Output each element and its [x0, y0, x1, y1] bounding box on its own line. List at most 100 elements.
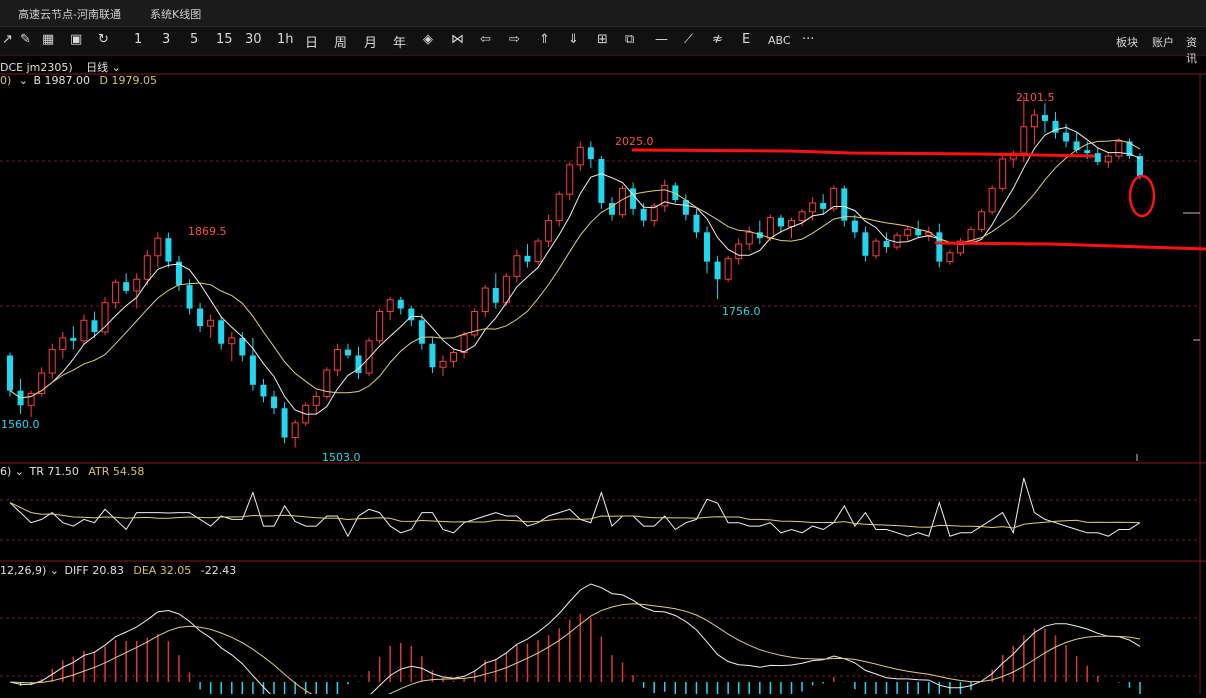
menu-sector[interactable]: 板块 — [1116, 34, 1138, 50]
candle-body — [1041, 115, 1048, 121]
tab-server-node[interactable]: 高速云节点-河南联通 — [18, 6, 121, 22]
period-15m[interactable]: 15 — [216, 32, 233, 47]
candle-body — [745, 231, 753, 245]
window-titlebar: 高速云节点-河南联通 系统K线图 — [0, 0, 1206, 27]
zoom-in-icon[interactable]: ◈ — [423, 32, 433, 47]
trendline-icon[interactable]: ⟋ — [684, 32, 693, 47]
hline-icon[interactable]: — — [655, 32, 668, 47]
hand-circle — [1128, 174, 1156, 218]
symbol-line: DCE jm2305) 日线 ⌄ — [0, 59, 121, 75]
period-month[interactable]: 月 — [364, 32, 377, 51]
toolbar: ↗ ✎ ▦ ▣ ↻ 1 3 5 15 30 1h 日 周 月 年 ◈ ⋈ ⇦ ⇨… — [0, 27, 1206, 65]
candle-body — [967, 228, 975, 242]
candle-body — [492, 288, 499, 303]
arrow-right-icon[interactable]: ⇨ — [509, 32, 520, 47]
candle-body — [439, 360, 447, 368]
candle-body — [91, 320, 98, 332]
arrow-up-icon[interactable]: ⇑ — [539, 32, 550, 47]
candle-body — [1030, 114, 1038, 128]
candle-body — [70, 337, 77, 341]
candle-body — [418, 320, 425, 344]
dea-value: DEA 32.05 — [133, 564, 192, 577]
text-tool[interactable]: ABC — [768, 34, 791, 47]
period-year[interactable]: 年 — [393, 32, 406, 51]
more-icon[interactable]: ··· — [802, 32, 814, 47]
period-selector[interactable]: 日线 — [86, 61, 108, 74]
atr-line — [9, 502, 1141, 529]
candle-body — [988, 187, 996, 213]
candle-body — [291, 422, 299, 439]
candle-body — [397, 299, 404, 309]
high-label-1869: 1869.5 — [188, 225, 227, 238]
candle-body — [851, 220, 858, 233]
candle-body — [101, 302, 109, 333]
chevron-down-icon[interactable]: ⌄ — [112, 61, 121, 74]
candle-body — [429, 343, 436, 368]
chevron-down-icon[interactable]: ⌄ — [50, 564, 59, 577]
arrow-down-icon[interactable]: ⇓ — [568, 32, 579, 47]
candle-body — [228, 337, 236, 345]
tr-line — [9, 477, 1141, 538]
arrow-left-icon[interactable]: ⇦ — [480, 32, 491, 47]
candle-body — [630, 188, 637, 209]
candle-body — [154, 237, 162, 257]
candle-body — [787, 220, 795, 227]
candle-body — [587, 147, 594, 160]
refresh-icon[interactable]: ↻ — [98, 32, 109, 47]
pointer-icon[interactable]: ↗ — [2, 32, 13, 47]
chart-area[interactable]: 0) ⌄ B 1987.00 D 1979.05 DCE jm2305) 日线 … — [0, 56, 1206, 698]
candle-body — [1084, 150, 1091, 154]
macd-value: -22.43 — [200, 564, 237, 577]
period-3m[interactable]: 3 — [162, 32, 170, 47]
candle-body — [312, 396, 320, 406]
candle-body — [946, 252, 954, 263]
kline-chart[interactable] — [0, 56, 1206, 698]
candle-body — [555, 193, 563, 222]
candle-body — [893, 234, 901, 248]
period-30m[interactable]: 30 — [245, 32, 262, 47]
tab-system-kline[interactable]: 系统K线图 — [150, 6, 201, 22]
period-5m[interactable]: 5 — [190, 32, 198, 47]
menu-account[interactable]: 账户 — [1152, 34, 1174, 50]
candle-body — [239, 337, 246, 356]
candle-body — [197, 308, 204, 327]
atr-prefix: 6) — [0, 465, 12, 478]
layout-icon[interactable]: ⊞ — [597, 32, 608, 47]
draw-icon[interactable]: ✎ — [20, 32, 31, 47]
candle-body — [1020, 126, 1028, 154]
candle-body — [249, 355, 256, 385]
period-1h[interactable]: 1h — [277, 32, 294, 47]
window-icon[interactable]: ⧉ — [625, 32, 634, 47]
fib-icon[interactable]: Ε — [742, 32, 750, 47]
candle-body — [809, 202, 817, 213]
candle-body — [693, 214, 700, 233]
low-label-1560: 1560.0 — [1, 418, 40, 431]
candle-body — [936, 232, 943, 262]
support-line — [934, 241, 1206, 251]
macd-prefix: 12,26,9) — [0, 564, 47, 577]
candle-body — [714, 261, 721, 280]
save-icon[interactable]: ▣ — [70, 32, 82, 47]
candle-body — [766, 217, 774, 239]
candle-body — [1104, 155, 1112, 163]
candle-body — [534, 240, 542, 263]
period-1m[interactable]: 1 — [134, 32, 142, 47]
candle-body — [904, 228, 912, 236]
d-value: D 1979.05 — [99, 74, 158, 87]
grid-icon[interactable]: ▦ — [42, 32, 54, 47]
zoom-out-icon[interactable]: ⋈ — [451, 32, 464, 47]
low-label-1503: 1503.0 — [322, 451, 361, 464]
chevron-down-icon[interactable]: ⌄ — [19, 74, 28, 87]
candle-body — [820, 203, 827, 209]
channel-icon[interactable]: ≉ — [712, 32, 723, 47]
period-day[interactable]: 日 — [305, 32, 318, 51]
chevron-down-icon[interactable]: ⌄ — [15, 465, 24, 478]
candle-body — [165, 238, 172, 262]
candle-body — [207, 319, 215, 327]
period-week[interactable]: 周 — [334, 32, 347, 51]
candle-body — [281, 408, 288, 438]
b-value: B 1987.00 — [33, 74, 91, 87]
low-label-1756: 1756.0 — [722, 305, 761, 318]
candle-body — [841, 188, 848, 221]
tr-value: TR 71.50 — [29, 465, 79, 478]
